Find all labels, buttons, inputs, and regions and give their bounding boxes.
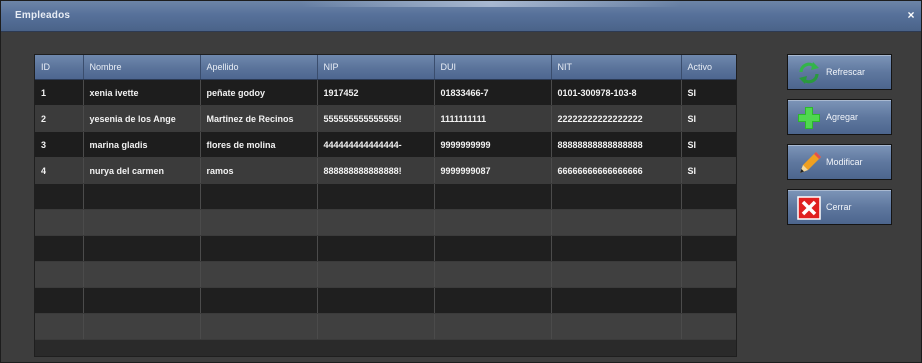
cell-activo[interactable]: SI xyxy=(681,131,736,158)
table-row[interactable]: 3 marina gladis flores de molina 4444444… xyxy=(35,131,736,158)
column-header-dui[interactable]: DUI xyxy=(434,55,552,80)
cell-nombre[interactable]: nurya del carmen xyxy=(83,157,201,184)
employees-window: Empleados × ID Nombre Apellido NIP DUI N… xyxy=(0,0,922,363)
cell-nip[interactable]: 888888888888888! xyxy=(317,157,435,184)
empty-table-row[interactable] xyxy=(35,183,736,210)
cell-nombre[interactable]: marina gladis xyxy=(83,131,201,158)
window-close-icon[interactable]: × xyxy=(904,8,918,22)
cell-activo[interactable]: SI xyxy=(681,105,736,132)
cell-id[interactable]: 1 xyxy=(35,79,84,106)
close-button[interactable]: Cerrar xyxy=(787,189,892,225)
refresh-button-label: Refrescar xyxy=(826,67,866,77)
refresh-icon xyxy=(799,62,819,84)
cell-nombre[interactable]: xenia ivette xyxy=(83,79,201,106)
empty-table-row[interactable] xyxy=(35,313,736,340)
edit-button-label: Modificar xyxy=(826,157,863,167)
cell-dui[interactable]: 1111111111 xyxy=(434,105,552,132)
cell-nip[interactable]: 444444444444444- xyxy=(317,131,435,158)
cell-dui[interactable]: 9999999999 xyxy=(434,131,552,158)
cell-nip[interactable]: 1917452 xyxy=(317,79,435,106)
column-header-nip[interactable]: NIP xyxy=(317,55,435,80)
cell-id[interactable]: 3 xyxy=(35,131,84,158)
cell-nit[interactable]: 88888888888888888 xyxy=(551,131,682,158)
cell-id[interactable]: 2 xyxy=(35,105,84,132)
cell-id[interactable]: 4 xyxy=(35,157,84,184)
column-header-nit[interactable]: NIT xyxy=(551,55,682,80)
cell-apellido[interactable]: Martinez de Recinos xyxy=(200,105,318,132)
empty-table-row[interactable] xyxy=(35,287,736,314)
window-titlebar[interactable]: Empleados × xyxy=(1,1,921,32)
cell-nip[interactable]: 555555555555555! xyxy=(317,105,435,132)
cell-dui[interactable]: 9999999087 xyxy=(434,157,552,184)
edit-button[interactable]: Modificar xyxy=(787,144,892,180)
cell-apellido[interactable]: flores de molina xyxy=(200,131,318,158)
close-button-label: Cerrar xyxy=(826,202,852,212)
close-icon xyxy=(797,196,821,220)
cell-nit[interactable]: 66666666666666666 xyxy=(551,157,682,184)
window-title: Empleados xyxy=(15,10,71,21)
column-header-nombre[interactable]: Nombre xyxy=(83,55,201,80)
empty-table-row[interactable] xyxy=(35,261,736,288)
table-row[interactable]: 2 yesenia de los Ange Martinez de Recino… xyxy=(35,105,736,132)
cell-activo[interactable]: SI xyxy=(681,79,736,106)
table-row[interactable]: 4 nurya del carmen ramos 888888888888888… xyxy=(35,157,736,184)
cell-nombre[interactable]: yesenia de los Ange xyxy=(83,105,201,132)
cell-nit[interactable]: 0101-300978-103-8 xyxy=(551,79,682,106)
cell-nit[interactable]: 22222222222222222 xyxy=(551,105,682,132)
table-row[interactable]: 1 xenia ivette peñate godoy 1917452 0183… xyxy=(35,79,736,106)
plus-icon xyxy=(798,107,820,129)
titlebar-shine xyxy=(301,1,681,7)
grid-body: 1 xenia ivette peñate godoy 1917452 0183… xyxy=(35,79,736,340)
column-header-apellido[interactable]: Apellido xyxy=(200,55,318,80)
cell-apellido[interactable]: ramos xyxy=(200,157,318,184)
empty-table-row[interactable] xyxy=(35,209,736,236)
grid-header-row: ID Nombre Apellido NIP DUI NIT Activo xyxy=(35,55,736,80)
empty-table-row[interactable] xyxy=(35,235,736,262)
add-button-label: Agregar xyxy=(826,112,859,122)
column-header-id[interactable]: ID xyxy=(35,55,84,80)
cell-apellido[interactable]: peñate godoy xyxy=(200,79,318,106)
pencil-icon xyxy=(800,152,821,173)
cell-activo[interactable]: SI xyxy=(681,157,736,184)
employees-grid[interactable]: ID Nombre Apellido NIP DUI NIT Activo 1 … xyxy=(34,54,737,357)
refresh-button[interactable]: Refrescar xyxy=(787,54,892,90)
cell-dui[interactable]: 01833466-7 xyxy=(434,79,552,106)
add-button[interactable]: Agregar xyxy=(787,99,892,135)
column-header-activo[interactable]: Activo xyxy=(681,55,736,80)
employees-table: ID Nombre Apellido NIP DUI NIT Activo 1 … xyxy=(35,55,736,340)
